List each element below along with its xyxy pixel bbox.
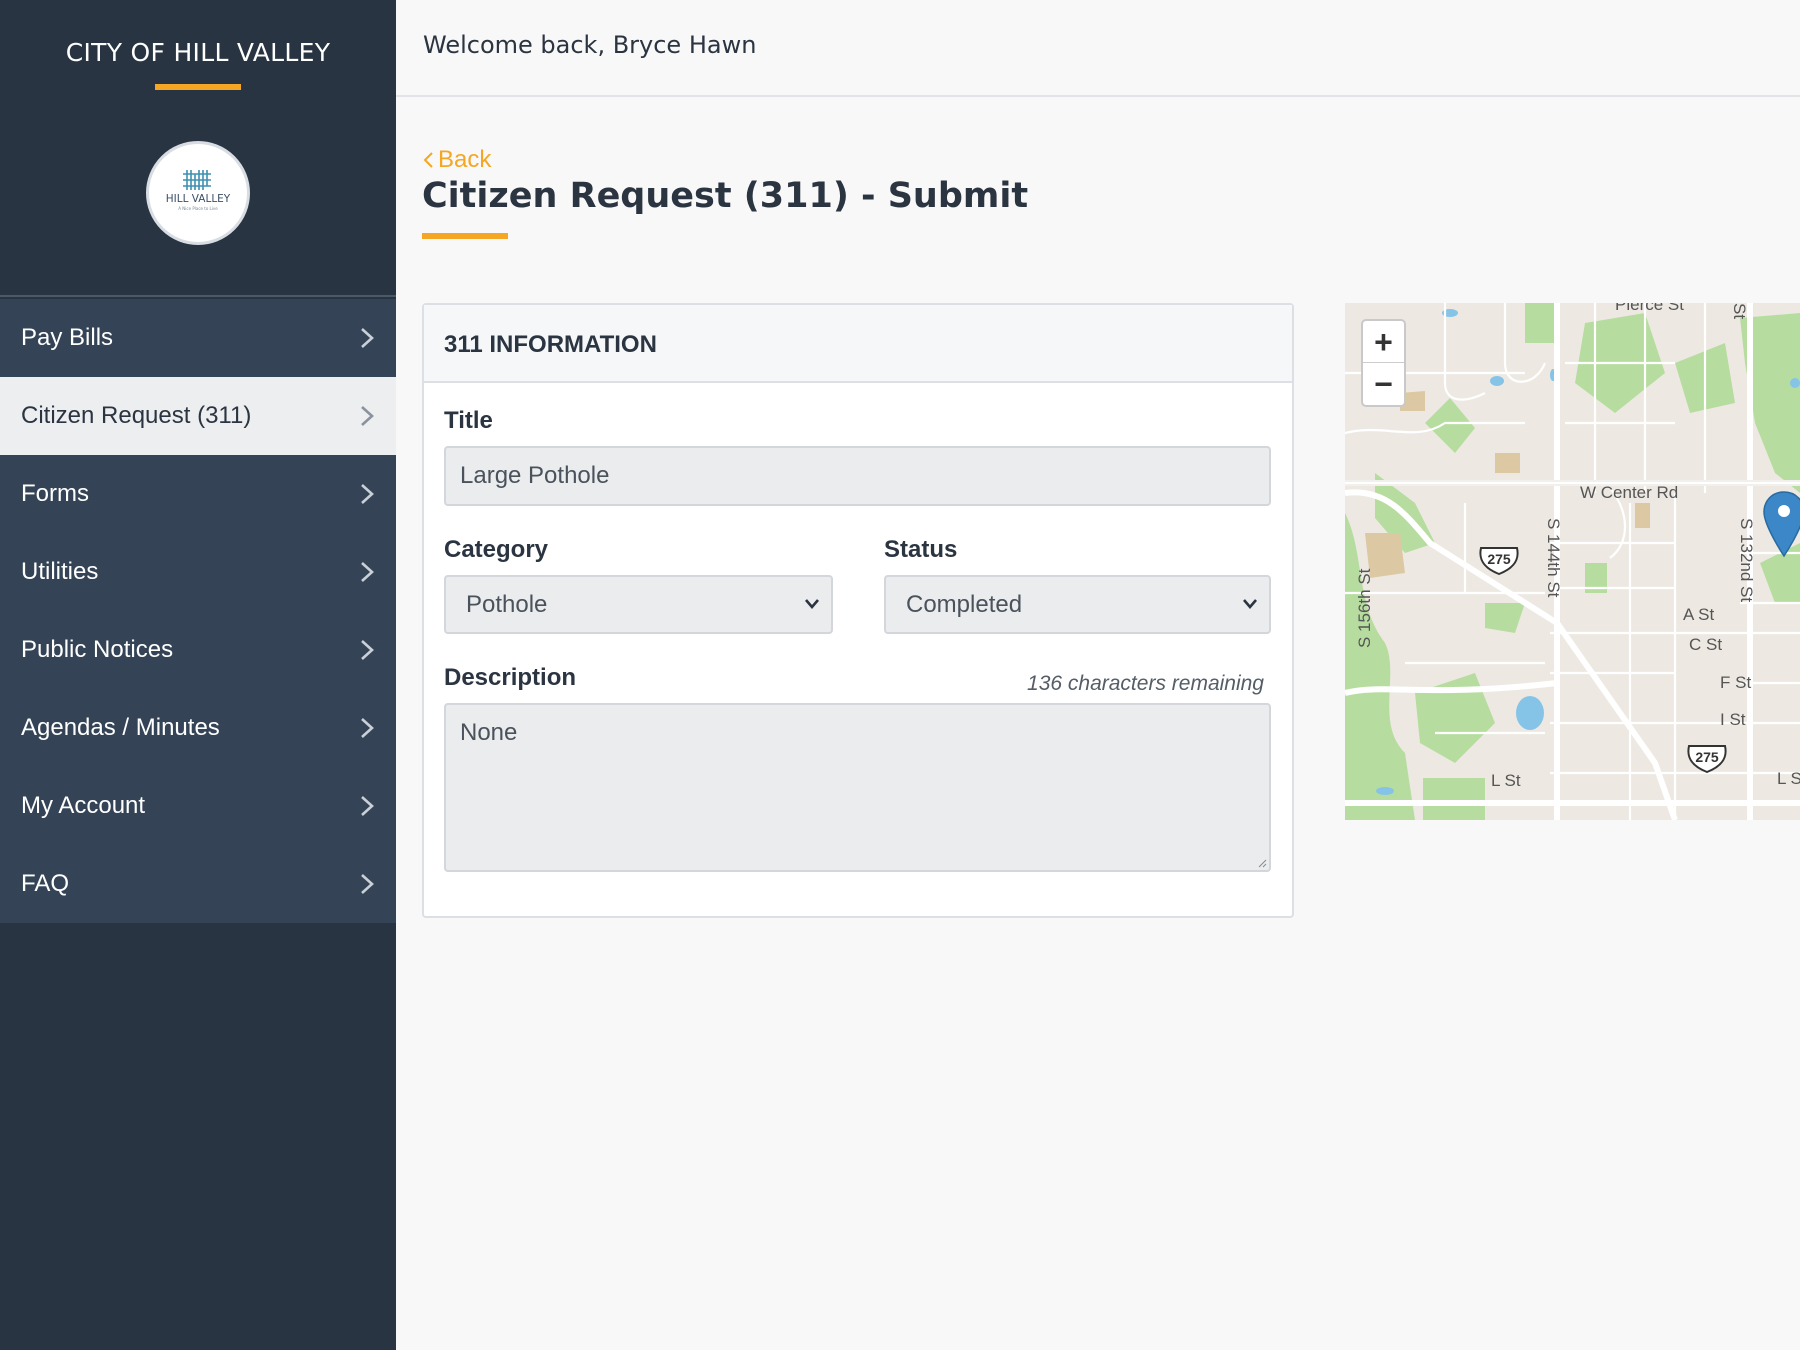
nav-item-my-account[interactable]: My Account (0, 767, 396, 845)
nav-item-agendas-minutes[interactable]: Agendas / Minutes (0, 689, 396, 767)
nav-item-label: My Account (21, 792, 146, 819)
chevron-right-icon (361, 874, 374, 894)
street-label-s132: S 132nd St (1737, 518, 1756, 603)
street-label-st-partial: St (1730, 303, 1749, 320)
chevron-down-icon (805, 599, 819, 609)
nav-item-public-notices[interactable]: Public Notices (0, 611, 396, 689)
zoom-in-button[interactable]: + (1363, 321, 1404, 363)
nav-item-forms[interactable]: Forms (0, 455, 396, 533)
brand-header: CITY OF HILL VALLEY HILL VALLEY A Nice P… (0, 0, 396, 297)
back-link-label: Back (438, 146, 492, 173)
main-nav: Pay Bills Citizen Request (311) Forms Ut… (0, 299, 396, 923)
map-tiles (1345, 303, 1800, 820)
us-275-route-shield: 275 (1685, 743, 1729, 775)
chevron-right-icon (361, 484, 374, 504)
street-label-l-st-east: L S (1777, 769, 1800, 788)
chevron-right-icon (361, 562, 374, 582)
street-label-s156: S 156th St (1355, 568, 1374, 648)
sidebar: CITY OF HILL VALLEY HILL VALLEY A Nice P… (0, 0, 396, 1350)
us-275-route-shield: 275 (1477, 545, 1521, 577)
back-link[interactable]: Back (422, 146, 491, 174)
svg-text:A Nice Place to Live: A Nice Place to Live (178, 206, 218, 211)
nav-item-label: FAQ (21, 870, 70, 897)
nav-item-label: Public Notices (21, 636, 174, 663)
request-form-card: 311 INFORMATION Title Category Pothole S… (422, 303, 1294, 918)
chevron-right-icon (361, 328, 374, 348)
street-label-s144: S 144th St (1544, 518, 1563, 598)
chevron-left-icon (423, 152, 433, 168)
top-bar: Welcome back, Bryce Hawn (396, 0, 1800, 97)
nav-item-label: Citizen Request (311) (21, 402, 252, 429)
title-label: Title (444, 407, 493, 434)
street-label-f-st: F St (1720, 673, 1752, 692)
brand-title: CITY OF HILL VALLEY (65, 38, 331, 67)
page-title: Citizen Request (311) - Submit (422, 176, 1029, 216)
location-map[interactable]: Pierce St W Center Rd S 156th St S 144th… (1345, 303, 1800, 820)
street-label-pierce: Pierce St (1615, 303, 1684, 314)
street-label-l-st: L St (1491, 771, 1521, 790)
brand-underline (155, 84, 241, 90)
street-label-a-st: A St (1683, 605, 1715, 624)
status-label: Status (884, 536, 958, 563)
chevron-right-icon (361, 640, 374, 660)
nav-item-label: Utilities (21, 558, 99, 585)
map-zoom-control: + − (1361, 319, 1406, 407)
description-textarea[interactable]: None (444, 703, 1271, 872)
nav-item-citizen-request[interactable]: Citizen Request (311) (0, 377, 396, 455)
status-select[interactable]: Completed (884, 575, 1271, 634)
svg-text:HILL VALLEY: HILL VALLEY (166, 193, 231, 205)
category-selected-value: Pothole (466, 591, 548, 618)
chevron-right-icon (361, 796, 374, 816)
title-field[interactable] (444, 446, 1271, 506)
city-logo: HILL VALLEY A Nice Place to Live (146, 141, 250, 245)
title-underline (422, 233, 508, 239)
zoom-out-button[interactable]: − (1363, 363, 1404, 405)
location-pin-icon[interactable] (1762, 490, 1800, 560)
street-label-w-center: W Center Rd (1580, 483, 1679, 502)
section-title: 311 INFORMATION (444, 331, 657, 358)
nav-item-label: Pay Bills (21, 324, 114, 351)
chevron-right-icon (361, 718, 374, 738)
description-value: None (460, 719, 518, 746)
nav-item-label: Agendas / Minutes (21, 714, 220, 741)
resize-handle-icon[interactable] (1257, 858, 1267, 868)
card-header: 311 INFORMATION (424, 305, 1292, 383)
welcome-message: Welcome back, Bryce Hawn (423, 31, 757, 59)
city-logo-mark-icon: HILL VALLEY A Nice Place to Live (166, 170, 231, 211)
characters-remaining: 136 characters remaining (1027, 672, 1264, 695)
chevron-right-icon (361, 406, 374, 426)
status-selected-value: Completed (906, 591, 1023, 618)
street-label-c-st: C St (1689, 635, 1723, 654)
nav-item-pay-bills[interactable]: Pay Bills (0, 299, 396, 377)
chevron-down-icon (1243, 599, 1257, 609)
nav-item-label: Forms (21, 480, 89, 507)
nav-item-faq[interactable]: FAQ (0, 845, 396, 923)
category-label: Category (444, 536, 549, 563)
nav-item-utilities[interactable]: Utilities (0, 533, 396, 611)
street-label-i-st: I St (1720, 710, 1746, 729)
description-label: Description (444, 664, 577, 691)
category-select[interactable]: Pothole (444, 575, 833, 634)
